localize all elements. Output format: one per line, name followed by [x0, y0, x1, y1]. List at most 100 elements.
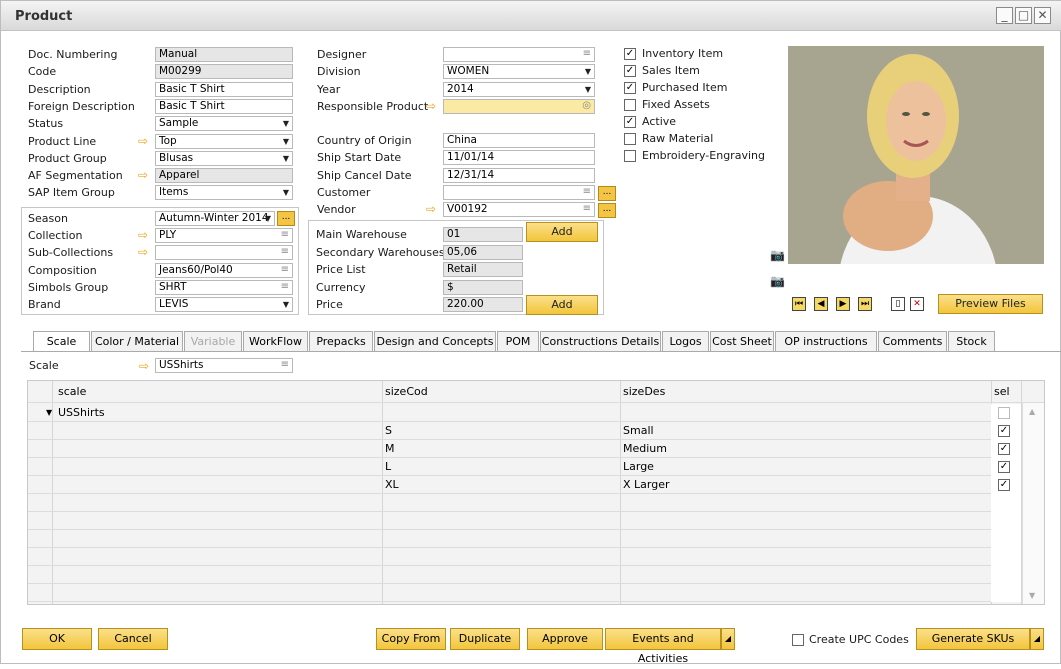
vendor-browse-button[interactable]: ... [598, 203, 616, 218]
grid-header-scale[interactable]: scale [58, 383, 86, 401]
last-record-icon[interactable]: ⏭ [858, 297, 872, 311]
events-dropdown-icon[interactable]: ◢ [721, 628, 735, 650]
scale-field[interactable]: USShirts ≡ [155, 358, 293, 373]
create-upc-checkbox[interactable] [792, 634, 804, 646]
tab-design-and-concepts[interactable]: Design and Concepts [374, 331, 496, 352]
group-row[interactable]: USShirts ▼ [28, 404, 1044, 422]
delete-file-icon[interactable]: ✕ [910, 297, 924, 311]
scale-link-arrow-icon[interactable]: ⇨ [139, 360, 153, 372]
brand-field[interactable]: LEVIS ▼ [155, 297, 293, 312]
product-line-field[interactable]: Top ▼ [155, 133, 293, 149]
sel-checkbox[interactable]: ✓ [998, 443, 1010, 455]
tab-constructions-details[interactable]: Constructions Details [540, 331, 661, 352]
dropdown-arrow-icon[interactable]: ▼ [283, 186, 289, 199]
collapse-arrow-icon[interactable]: ▼ [46, 404, 52, 422]
table-row[interactable]: L Large ✓ [28, 458, 1044, 476]
tab-prepacks[interactable]: Prepacks [309, 331, 373, 352]
season-field[interactable]: Autumn-Winter 2014 ▼ [155, 211, 275, 226]
list-icon[interactable]: ≡ [583, 203, 591, 215]
table-row[interactable]: XL X Larger ✓ [28, 476, 1044, 494]
list-icon[interactable]: ≡ [583, 186, 591, 198]
status-field[interactable]: Sample ▼ [155, 116, 293, 132]
list-icon[interactable]: ≡ [583, 48, 591, 60]
link-arrow-icon[interactable]: ⇨ [426, 203, 440, 215]
dropdown-arrow-icon[interactable]: ▼ [283, 117, 289, 130]
size-desc-cell[interactable]: X Larger [623, 476, 670, 494]
table-row[interactable] [28, 512, 1044, 530]
sub-collections-field[interactable]: ≡ [155, 245, 293, 261]
size-code-cell[interactable]: XL [385, 476, 399, 494]
tab-cost-sheet[interactable]: Cost Sheet [710, 331, 774, 352]
size-desc-cell[interactable]: Large [623, 458, 654, 476]
table-row[interactable] [28, 566, 1044, 584]
table-row[interactable] [28, 584, 1044, 602]
vendor-field[interactable]: V00192 ≡ [443, 202, 595, 218]
size-code-cell[interactable]: L [385, 458, 391, 476]
duplicate-button[interactable]: Duplicate [450, 628, 520, 650]
scroll-up-icon[interactable]: ▲ [1029, 407, 1035, 416]
generate-skus-button[interactable]: Generate SKUs [916, 628, 1030, 650]
tab-stock[interactable]: Stock [948, 331, 995, 352]
year-field[interactable]: 2014 ▼ [443, 81, 595, 97]
tab-color-material[interactable]: Color / Material [91, 331, 183, 352]
season-browse-button[interactable]: ... [277, 211, 295, 226]
first-record-icon[interactable]: ⏮ [792, 297, 806, 311]
ship-cancel-date-field[interactable]: 12/31/14 [443, 167, 595, 183]
sap-item-group-field[interactable]: Items ▼ [155, 185, 293, 201]
group-sel-checkbox[interactable] [998, 407, 1010, 419]
close-button[interactable]: ✕ [1034, 7, 1051, 24]
copy-from-button[interactable]: Copy From [376, 628, 446, 650]
cancel-button[interactable]: Cancel [98, 628, 168, 650]
scroll-down-icon[interactable]: ▼ [1029, 591, 1035, 600]
ship-start-date-field[interactable]: 11/01/14 [443, 150, 595, 166]
events-button[interactable]: Events and Activities [605, 628, 721, 665]
tab-workflow[interactable]: WorkFlow [243, 331, 308, 352]
dropdown-arrow-icon[interactable]: ▼ [585, 83, 591, 96]
tab-op-instructions[interactable]: OP instructions [775, 331, 877, 352]
composition-field[interactable]: Jeans60/Pol40 ≡ [155, 262, 293, 278]
previous-record-icon[interactable]: ◀ [814, 297, 828, 311]
circle-icon[interactable]: ◎ [582, 100, 591, 112]
division-field[interactable]: WOMEN ▼ [443, 64, 595, 80]
dropdown-arrow-icon[interactable]: ▼ [283, 152, 289, 165]
preview-files-button[interactable]: Preview Files [938, 294, 1043, 314]
table-row[interactable] [28, 494, 1044, 512]
size-desc-cell[interactable]: Medium [623, 440, 667, 458]
list-icon[interactable]: ≡ [281, 264, 289, 276]
size-code-cell[interactable]: S [385, 422, 392, 440]
grid-header-sizedes[interactable]: sizeDes [623, 383, 665, 401]
ok-button[interactable]: OK [22, 628, 92, 650]
tab-logos[interactable]: Logos [662, 331, 709, 352]
grid-header-sel[interactable]: sel [994, 383, 1010, 401]
active-checkbox[interactable]: ✓ [624, 116, 636, 128]
simbols-group-field[interactable]: SHRT ≡ [155, 279, 293, 295]
raw-material-checkbox[interactable] [624, 133, 636, 145]
link-arrow-icon[interactable]: ⇨ [138, 169, 152, 181]
sales-item-checkbox[interactable]: ✓ [624, 65, 636, 77]
new-file-icon[interactable]: ▯ [891, 297, 905, 311]
link-arrow-icon[interactable]: ⇨ [426, 100, 440, 112]
link-arrow-icon[interactable]: ⇨ [138, 135, 152, 147]
sel-checkbox[interactable]: ✓ [998, 425, 1010, 437]
dropdown-arrow-icon[interactable]: ▼ [265, 212, 271, 225]
dropdown-arrow-icon[interactable]: ▼ [585, 65, 591, 78]
add-warehouse-button[interactable]: Add [526, 222, 598, 242]
list-icon[interactable]: ≡ [281, 229, 289, 241]
collection-field[interactable]: PLY ≡ [155, 228, 293, 244]
table-row[interactable] [28, 530, 1044, 548]
size-code-cell[interactable]: M [385, 440, 395, 458]
sel-checkbox[interactable]: ✓ [998, 461, 1010, 473]
purchased-item-checkbox[interactable]: ✓ [624, 82, 636, 94]
embroidery-engraving-checkbox[interactable] [624, 150, 636, 162]
maximize-button[interactable]: □ [1015, 7, 1032, 24]
next-record-icon[interactable]: ▶ [836, 297, 850, 311]
grid-header-sizecod[interactable]: sizeCod [385, 383, 428, 401]
list-icon[interactable]: ≡ [281, 246, 289, 258]
camera-add-icon[interactable]: 📷 [770, 248, 785, 262]
grid-scrollbar[interactable]: ▲ ▼ [1022, 403, 1044, 604]
fixed-assets-checkbox[interactable] [624, 99, 636, 111]
generate-dropdown-icon[interactable]: ◢ [1030, 628, 1044, 650]
dropdown-arrow-icon[interactable]: ▼ [283, 298, 289, 311]
customer-field[interactable]: ≡ [443, 184, 595, 200]
camera-icon[interactable]: 📷 [770, 274, 785, 288]
